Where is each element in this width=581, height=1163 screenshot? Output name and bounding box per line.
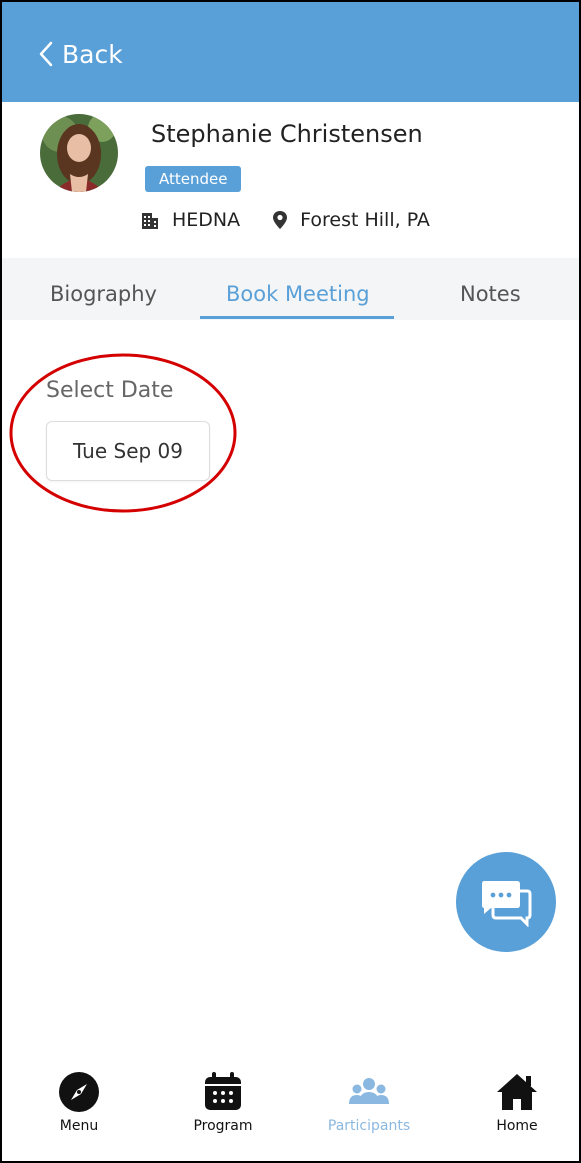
compass-icon	[59, 1072, 99, 1112]
location-pin-icon	[273, 211, 288, 229]
location-label: Forest Hill, PA	[300, 209, 430, 231]
nav-program[interactable]: Program	[168, 1070, 278, 1134]
nav-home[interactable]: Home	[462, 1070, 572, 1134]
avatar	[40, 114, 118, 192]
building-icon	[142, 213, 158, 229]
location: Forest Hill, PA	[272, 209, 430, 231]
nav-participants[interactable]: Participants	[314, 1070, 424, 1134]
tab-notes[interactable]: Notes	[460, 282, 521, 306]
top-bar: Back	[0, 0, 581, 102]
bottom-nav: Menu Program Participants Home	[0, 1060, 581, 1163]
nav-home-label: Home	[496, 1118, 538, 1134]
back-button[interactable]: Back	[38, 36, 123, 72]
nav-menu[interactable]: Menu	[24, 1070, 134, 1134]
organization: HEDNA	[140, 209, 240, 231]
profile-tabs: Biography Book Meeting Notes	[0, 258, 581, 320]
people-icon	[349, 1078, 389, 1104]
nav-participants-label: Participants	[327, 1118, 411, 1134]
role-badge: Attendee	[145, 166, 242, 192]
tab-biography[interactable]: Biography	[50, 282, 157, 306]
organization-label: HEDNA	[172, 209, 241, 231]
nav-program-label: Program	[193, 1118, 253, 1134]
back-label: Back	[62, 39, 123, 69]
select-date-label: Select Date	[46, 378, 174, 403]
chat-button[interactable]	[456, 852, 556, 952]
chat-bubbles-icon	[482, 881, 532, 927]
calendar-icon	[205, 1072, 241, 1110]
nav-menu-label: Menu	[59, 1118, 99, 1134]
home-icon	[497, 1074, 537, 1110]
active-tab-indicator	[200, 316, 394, 319]
date-button[interactable]: Tue Sep 09	[46, 421, 210, 481]
participant-name: Stephanie Christensen	[151, 120, 423, 148]
profile-meta: HEDNA Forest Hill, PA	[140, 206, 430, 234]
tab-book-meeting[interactable]: Book Meeting	[226, 282, 370, 306]
chevron-left-icon	[39, 41, 53, 67]
